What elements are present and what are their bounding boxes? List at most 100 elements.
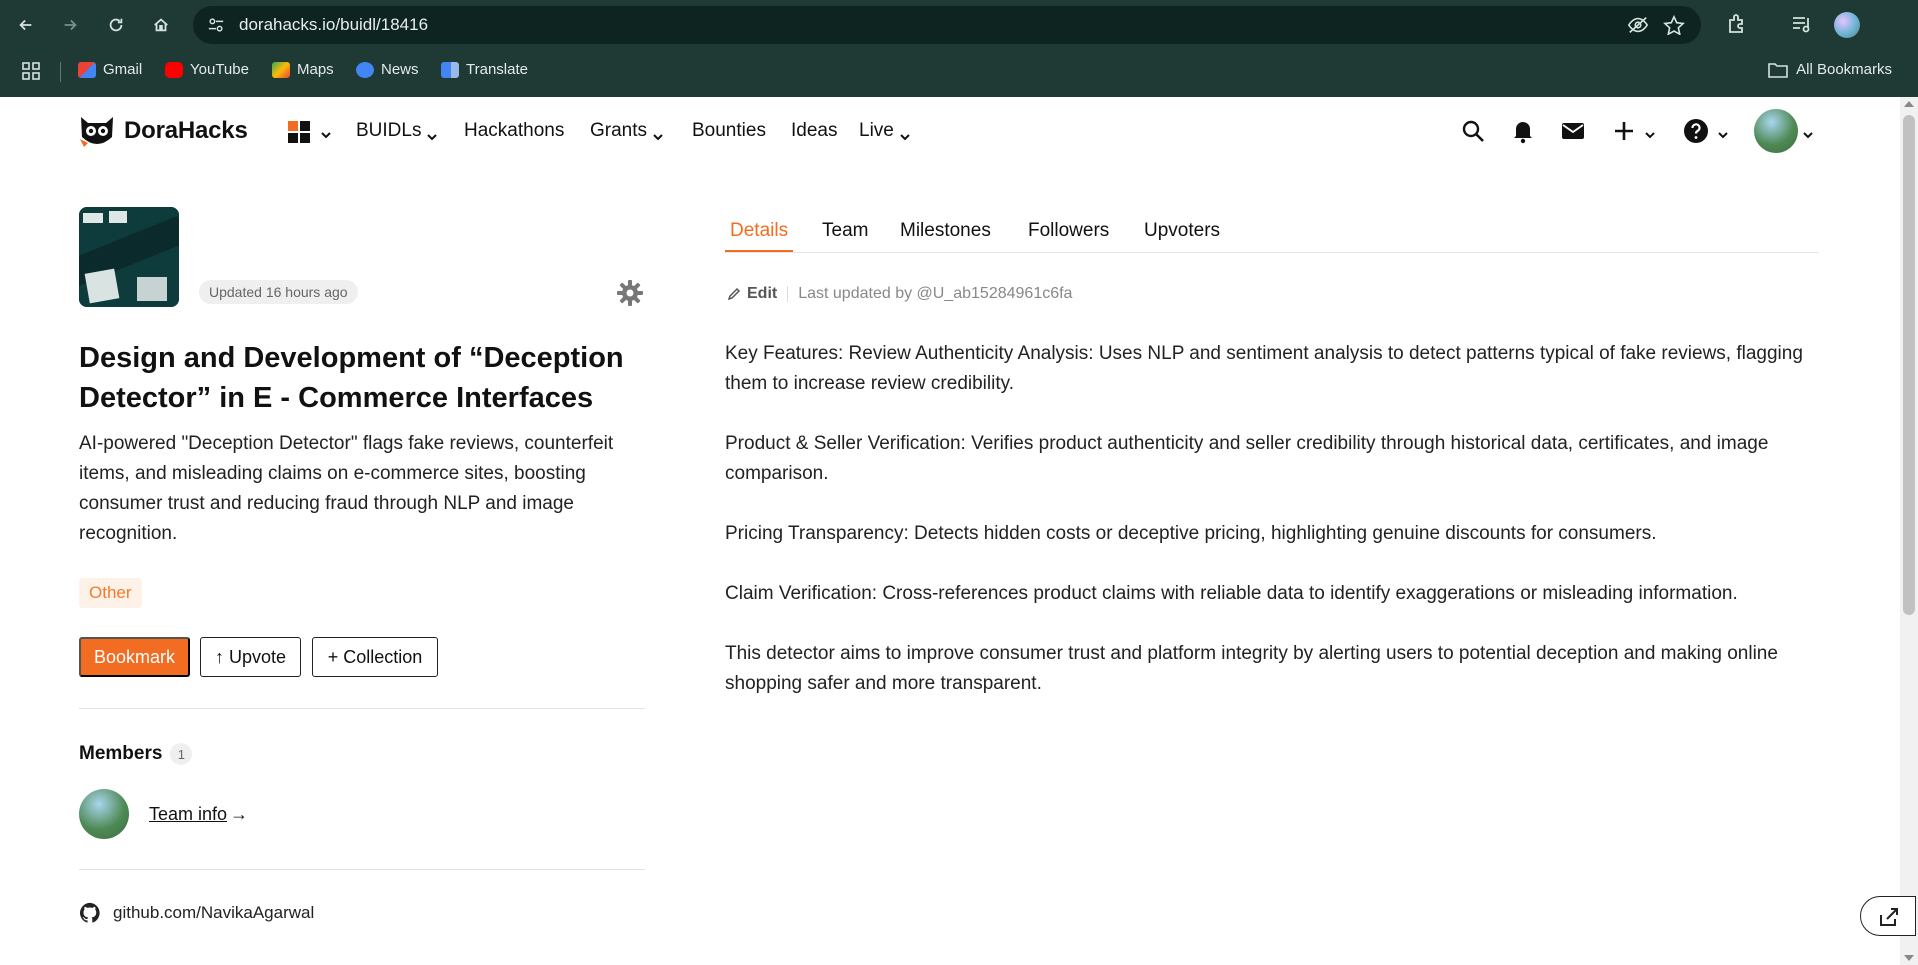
arrow-right-icon — [64, 19, 77, 31]
maps-icon — [272, 61, 290, 78]
details-paragraph: Claim Verification: Cross-references pro… — [725, 583, 1738, 604]
all-bookmarks-button[interactable]: All Bookmarks — [1768, 61, 1892, 78]
bookmark-label: Gmail — [103, 61, 143, 78]
bookmark-button[interactable]: Bookmark — [79, 637, 190, 677]
nav-buidls[interactable]: BUIDLs — [356, 120, 438, 142]
dorahacks-logo[interactable]: DoraHacks — [78, 113, 248, 149]
edit-button[interactable]: Edit — [727, 285, 777, 303]
scroll-up-arrow-icon[interactable] — [1904, 101, 1914, 107]
members-label: Members — [79, 743, 163, 764]
member-avatar[interactable] — [79, 789, 129, 839]
star-icon[interactable] — [1663, 15, 1685, 35]
url-text[interactable]: dorahacks.io/buidl/18416 — [239, 15, 428, 35]
members-heading: Members 1 — [79, 743, 193, 765]
details-paragraph: Product & Seller Verification: Verifies … — [725, 433, 1769, 484]
bookmark-news[interactable]: News — [356, 61, 419, 78]
nav-ideas[interactable]: Ideas — [791, 120, 837, 142]
tab-upvoters[interactable]: Upvoters — [1144, 220, 1220, 250]
apps-grid-icon[interactable] — [22, 62, 40, 80]
upvote-button[interactable]: ↑ Upvote — [200, 637, 301, 677]
chevron-down-icon[interactable] — [1718, 127, 1728, 139]
plus-icon[interactable] — [1611, 118, 1637, 144]
browser-chrome: dorahacks.io/buidl/18416 Gmail YouTube M… — [0, 0, 1918, 97]
tab-followers[interactable]: Followers — [1028, 220, 1109, 250]
user-avatar[interactable] — [1754, 109, 1798, 153]
page-scrollbar[interactable] — [1900, 97, 1918, 965]
home-button[interactable] — [147, 12, 175, 38]
back-button[interactable] — [12, 12, 40, 38]
project-thumbnail — [79, 207, 179, 307]
scroll-down-arrow-icon[interactable] — [1904, 955, 1914, 961]
news-icon — [356, 61, 374, 78]
bookmark-label: Translate — [466, 61, 528, 78]
nav-bounties[interactable]: Bounties — [692, 120, 766, 142]
nav-live[interactable]: Live — [859, 120, 910, 142]
apps-menu-icon[interactable] — [287, 120, 311, 144]
github-url: github.com/NavikaAgarwal — [113, 903, 315, 922]
reload-button[interactable] — [102, 12, 130, 38]
bell-icon[interactable] — [1510, 118, 1536, 144]
folder-icon — [1768, 62, 1788, 78]
edit-label: Edit — [747, 285, 778, 302]
divider — [79, 708, 645, 709]
divider — [79, 869, 645, 870]
media-control-icon[interactable] — [1790, 12, 1814, 36]
bookmarks-bar: Gmail YouTube Maps News Translate All Bo… — [0, 56, 1918, 86]
forward-button[interactable] — [56, 12, 84, 38]
category-tag[interactable]: Other — [79, 578, 142, 608]
home-icon — [154, 18, 168, 32]
eye-off-icon[interactable] — [1627, 15, 1649, 35]
project-description: AI-powered "Deception Detector" flags fa… — [79, 433, 614, 544]
site-info-icon[interactable] — [207, 16, 225, 34]
nav-grants[interactable]: Grants — [590, 120, 663, 142]
bookmark-maps[interactable]: Maps — [272, 61, 334, 78]
nav-label: BUIDLs — [356, 120, 422, 141]
bookmark-gmail[interactable]: Gmail — [78, 61, 142, 78]
github-icon — [79, 902, 100, 923]
gmail-icon — [78, 61, 96, 78]
address-bar[interactable]: dorahacks.io/buidl/18416 — [193, 6, 1701, 44]
site-header: DoraHacks BUIDLs Hackathons Grants Bount… — [0, 97, 1900, 167]
bookmark-translate[interactable]: Translate — [441, 61, 528, 78]
browser-toolbar: dorahacks.io/buidl/18416 — [0, 0, 1918, 50]
last-updated-text: Last updated by @U_ab15284961c6fa — [798, 285, 1073, 302]
chevron-down-icon[interactable] — [1803, 127, 1813, 139]
tab-details[interactable]: Details — [725, 220, 794, 252]
gear-icon[interactable] — [616, 279, 644, 307]
chevron-down-icon[interactable] — [1645, 127, 1655, 139]
arrow-right-icon[interactable]: → — [230, 804, 248, 825]
owl-logo-icon — [80, 117, 113, 147]
details-paragraph: Key Features: Review Authenticity Analys… — [725, 343, 1803, 394]
nav-label: Ideas — [791, 120, 838, 141]
search-icon[interactable] — [1460, 118, 1486, 144]
scroll-thumb[interactable] — [1903, 115, 1915, 615]
github-link[interactable]: github.com/NavikaAgarwal — [79, 902, 314, 924]
all-bookmarks-label: All Bookmarks — [1796, 61, 1892, 78]
share-button[interactable] — [1860, 896, 1916, 936]
logo-text: DoraHacks — [124, 117, 248, 144]
pencil-icon — [727, 287, 741, 301]
extensions-icon[interactable] — [1725, 12, 1749, 36]
share-icon — [1880, 908, 1898, 926]
nav-label: Bounties — [692, 120, 766, 141]
details-content: Key Features: Review Authenticity Analys… — [725, 339, 1815, 729]
details-paragraph: This detector aims to improve consumer t… — [725, 643, 1778, 694]
mail-icon[interactable] — [1560, 118, 1586, 144]
team-info-link[interactable]: Team info — [149, 804, 227, 825]
tab-team[interactable]: Team — [822, 220, 868, 250]
project-logo-image — [79, 207, 179, 307]
tab-milestones[interactable]: Milestones — [900, 220, 991, 250]
add-collection-button[interactable]: + Collection — [312, 637, 438, 677]
youtube-icon — [165, 61, 183, 78]
separator — [787, 286, 789, 302]
edit-row: Edit Last updated by @U_ab15284961c6fa — [727, 285, 1072, 303]
bookmarks-separator — [60, 62, 61, 82]
chevron-down-icon[interactable] — [321, 127, 331, 139]
chevron-down-icon — [427, 126, 438, 141]
help-icon[interactable] — [1683, 118, 1709, 144]
project-tabs: Details Team Milestones Followers Upvote… — [725, 220, 1819, 253]
details-paragraph: Pricing Transparency: Detects hidden cos… — [725, 523, 1657, 544]
browser-profile-avatar[interactable] — [1834, 12, 1860, 38]
nav-hackathons[interactable]: Hackathons — [464, 120, 564, 142]
bookmark-youtube[interactable]: YouTube — [165, 61, 249, 78]
